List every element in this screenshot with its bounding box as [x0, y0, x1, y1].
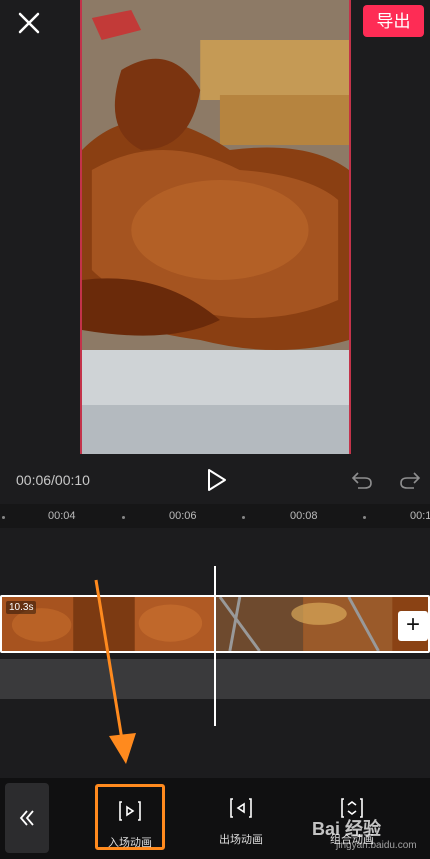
- ruler-tick: 00:1: [410, 510, 430, 522]
- double-chevron-left-icon: [19, 810, 34, 826]
- play-icon: [208, 469, 226, 491]
- undo-button[interactable]: [350, 468, 374, 492]
- ruler-tick: 00:04: [48, 510, 76, 522]
- playback-time: 00:06/00:10: [16, 472, 90, 488]
- ruler-dot: [2, 516, 5, 519]
- exit-animation-icon: [230, 798, 252, 818]
- timeline[interactable]: 10.3s +: [0, 528, 430, 778]
- ruler-tick: 00:06: [169, 510, 197, 522]
- tool-enter-animation[interactable]: 入场动画: [95, 784, 165, 850]
- back-button[interactable]: [5, 783, 49, 853]
- ruler-dot: [122, 516, 125, 519]
- watermark-logo: Bai 经验: [312, 819, 382, 839]
- watermark-url: jingyan.baidu.com: [336, 840, 417, 851]
- close-button[interactable]: [14, 8, 44, 38]
- redo-button[interactable]: [398, 468, 422, 492]
- undo-icon: [351, 472, 372, 489]
- roast-chicken-image: [82, 0, 349, 454]
- export-button[interactable]: 导出: [363, 5, 424, 37]
- ruler-tick: 00:08: [290, 510, 318, 522]
- close-icon: [18, 12, 40, 34]
- timeline-ruler[interactable]: 00:04 00:06 00:08 00:1: [0, 504, 430, 528]
- tool-exit-animation[interactable]: 出场动画: [206, 784, 276, 850]
- ruler-dot: [242, 516, 245, 519]
- clip-duration-badge: 10.3s: [6, 601, 37, 614]
- add-clip-button[interactable]: +: [398, 611, 428, 641]
- playhead[interactable]: [214, 566, 216, 726]
- play-button[interactable]: [202, 466, 230, 494]
- ruler-dot: [363, 516, 366, 519]
- tool-label: 出场动画: [219, 834, 263, 846]
- redo-icon: [400, 472, 421, 489]
- tool-label: 入场动画: [108, 837, 152, 849]
- enter-animation-icon: [119, 801, 141, 821]
- video-preview[interactable]: [80, 0, 351, 454]
